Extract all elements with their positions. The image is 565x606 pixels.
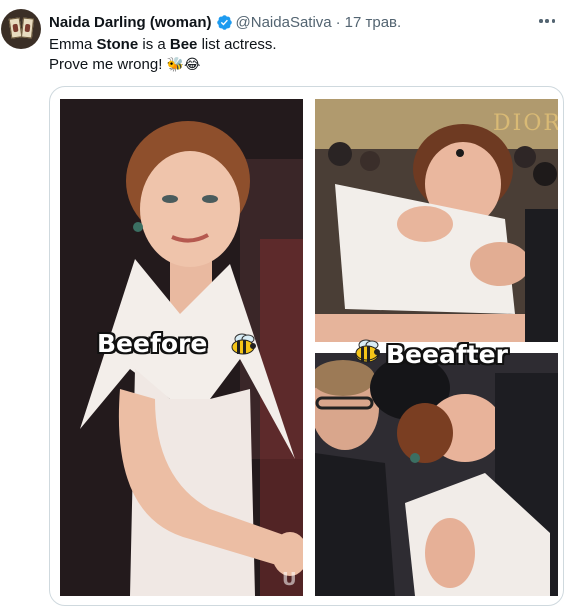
bee-icon xyxy=(355,339,380,361)
tweet-text-line-1: Emma Stone is a Bee list actress. xyxy=(49,36,277,53)
before-caption: Beefore xyxy=(97,329,208,358)
separator-dot: · xyxy=(335,13,341,31)
tweet-text: Emma Stone is a Bee list actress. Prove … xyxy=(49,35,277,75)
tarot-card-image xyxy=(20,17,35,39)
more-options-icon[interactable] xyxy=(536,14,558,28)
before-photo[interactable]: Beefore U xyxy=(60,99,303,596)
author-handle[interactable]: @NaidaSativa xyxy=(236,14,332,31)
dior-backdrop-text: DIOR xyxy=(493,111,558,136)
tweet-media[interactable]: Beefore U DIOR Beeafter xyxy=(49,86,564,606)
tweet-date[interactable]: 17 трав. xyxy=(345,14,402,31)
bee-laugh-emoji: 🐝😂 xyxy=(166,57,201,73)
author-display-name[interactable]: Naida Darling (woman) xyxy=(49,14,212,31)
tweet-header: Naida Darling (woman) @NaidaSativa · 17 … xyxy=(49,12,401,32)
crowd-scene xyxy=(315,353,558,596)
avatar[interactable] xyxy=(1,9,41,49)
tweet-text-line-2: Prove me wrong! 🐝😂 xyxy=(49,56,201,73)
bee-icon xyxy=(231,333,256,355)
tweet: Naida Darling (woman) @NaidaSativa · 17 … xyxy=(0,0,565,606)
verified-badge-icon xyxy=(216,14,232,30)
after-photo-bottom[interactable] xyxy=(315,353,558,596)
watermark-text: U xyxy=(282,569,297,590)
after-photo-top[interactable]: DIOR xyxy=(315,99,558,342)
after-caption: Beeafter xyxy=(386,340,508,369)
